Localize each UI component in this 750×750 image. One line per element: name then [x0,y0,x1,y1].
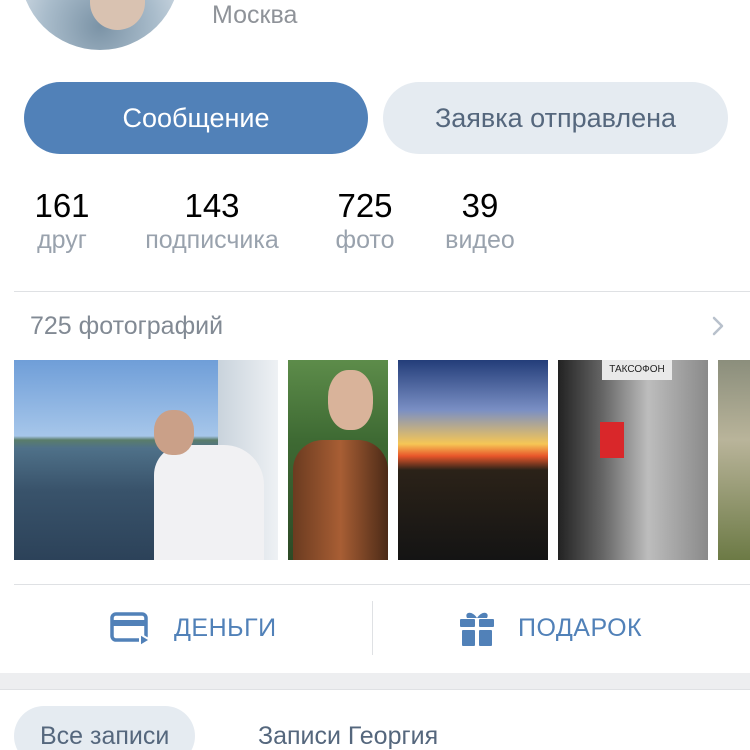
stat-followers-label: подписчика [145,226,279,254]
photo-detail [154,410,194,455]
avatar-face [90,0,145,30]
stat-videos[interactable]: 39 видео [436,188,524,256]
chevron-right-icon [712,316,724,336]
section-gap [0,673,750,689]
photo-thumbnail[interactable]: ТАКСОФОН [558,360,708,560]
tab-all-posts[interactable]: Все записи [14,706,196,750]
photos-section-header[interactable]: 725 фотографий [30,308,735,344]
send-gift-label: ПОДАРОК [518,613,643,642]
stat-photos-label: фото [335,226,395,254]
photo-detail [328,370,373,430]
money-transfer-icon [110,612,152,646]
stat-followers-count: 143 [184,187,240,224]
send-money-label: ДЕНЬГИ [174,613,277,642]
profile-city: Москва [212,1,298,29]
payphone-sign: ТАКСОФОН [602,360,672,380]
photo-thumbnail[interactable] [718,360,750,560]
send-gift-button[interactable]: ПОДАРОК [458,585,642,671]
message-button[interactable]: Сообщение [24,82,368,154]
gift-icon [460,612,494,646]
stat-friends-label: друг [37,226,87,254]
stat-friends-count: 161 [34,187,90,224]
stat-videos-label: видео [445,226,515,254]
photo-detail [293,440,388,560]
photo-thumbnail[interactable] [398,360,548,560]
photo-thumbnail[interactable] [288,360,388,560]
actions-separator [372,601,373,655]
profile-avatar[interactable] [20,0,180,50]
tab-user-posts[interactable]: Записи Георгия [258,706,438,750]
send-money-button[interactable]: ДЕНЬГИ [110,585,277,671]
stat-videos-count: 39 [461,187,499,224]
photos-count-title: 725 фотографий [30,312,224,340]
photo-detail [600,422,624,458]
divider [0,689,750,690]
profile-actions: ДЕНЬГИ ПОДАРОК [0,585,750,671]
stat-photos-count: 725 [337,187,393,224]
friend-request-sent-button[interactable]: Заявка отправлена [383,82,728,154]
photo-detail [154,445,264,560]
stat-photos[interactable]: 725 фото [328,188,402,256]
stat-friends[interactable]: 161 друг [24,188,100,256]
photo-thumbnail[interactable] [14,360,278,560]
divider [14,291,750,292]
stat-followers[interactable]: 143 подписчика [128,188,296,256]
profile-stats: 161 друг 143 подписчика 725 фото 39 виде… [0,188,750,268]
